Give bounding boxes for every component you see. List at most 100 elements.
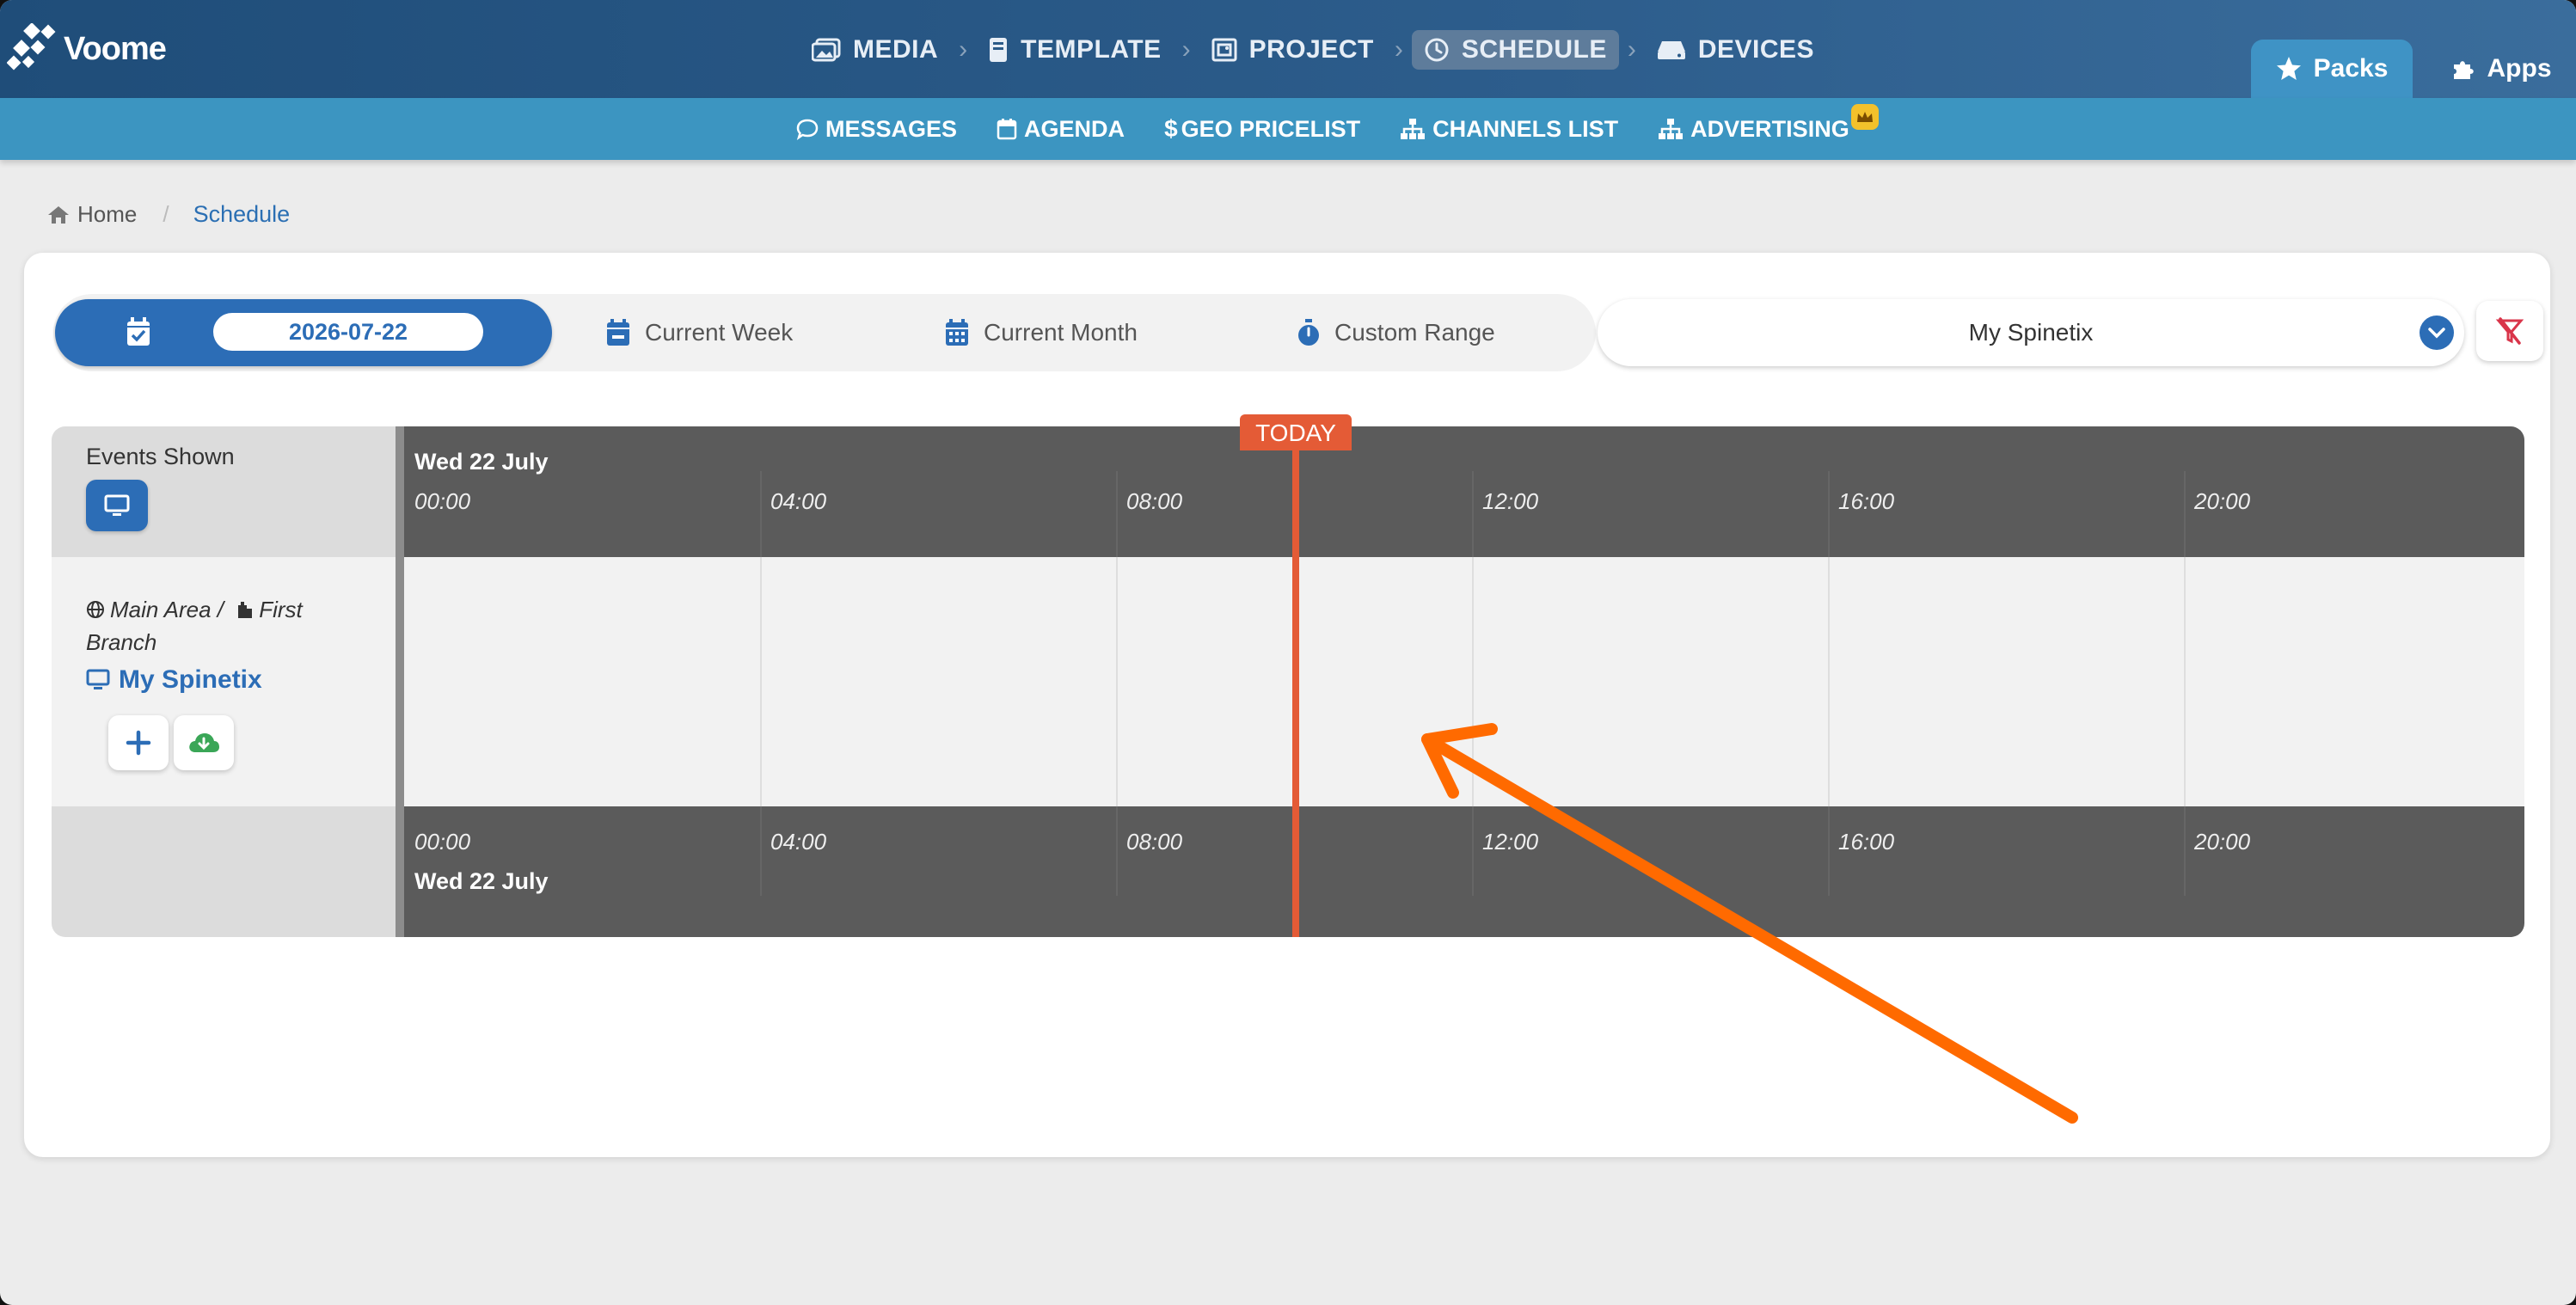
workflow-steps: MEDIA › TEMPLATE › PROJECT › SCHEDULE › …: [800, 29, 1826, 70]
voome-logo-icon: [7, 23, 56, 70]
current-week-button[interactable]: Current Week: [605, 299, 793, 366]
device-location: Main Area / First Branch: [86, 597, 303, 655]
hour-label: 00:00: [414, 488, 471, 514]
comment-icon: [796, 119, 819, 140]
nav-step-schedule[interactable]: SCHEDULE: [1411, 30, 1619, 70]
cloud-download-icon: [189, 733, 219, 752]
chevron-right-icon: ›: [1181, 35, 1191, 64]
subnav-messages[interactable]: MESSAGES: [796, 116, 957, 143]
images-icon: [812, 38, 841, 62]
today-badge: TODAY: [1240, 414, 1352, 450]
timeline-device-row[interactable]: [404, 557, 2524, 806]
today-marker-line: [1292, 450, 1299, 937]
hour-label: 04:00: [770, 488, 827, 514]
download-schedule-button[interactable]: [174, 715, 234, 770]
hour-gridline: [2184, 557, 2186, 806]
hour-gridline: [760, 806, 762, 896]
events-shown-panel: Events Shown: [52, 426, 396, 557]
hour-label: 20:00: [2194, 829, 2251, 855]
calendar-check-icon: [127, 317, 150, 346]
hour-label: 00:00: [414, 829, 471, 855]
events-shown-label: Events Shown: [86, 444, 235, 469]
nav-step-project[interactable]: PROJECT: [1199, 30, 1386, 70]
sub-navbar: MESSAGES AGENDA $ GEO PRICELIST CHANNELS…: [0, 98, 2576, 160]
subnav-geo-pricelist[interactable]: $ GEO PRICELIST: [1164, 115, 1360, 143]
dollar-icon: $: [1164, 115, 1178, 142]
hour-gridline: [2184, 471, 2186, 557]
device-select-value: My Spinetix: [1968, 319, 2094, 346]
puzzle-icon: [2453, 61, 2474, 79]
calendar-minus-icon: [607, 319, 629, 346]
book-icon: [990, 38, 1008, 62]
timeline-divider: [396, 426, 404, 937]
schedule-timeline: Events Shown Main Area / First Branch My…: [52, 426, 2524, 937]
subnav-channels-list[interactable]: CHANNELS LIST: [1400, 116, 1618, 143]
hour-gridline: [2184, 806, 2186, 896]
day-label: Wed 22 July: [414, 449, 549, 475]
chevron-right-icon: ›: [1394, 35, 1403, 64]
timeline-footer: 00:00 04:00 08:00 12:00 16:00 20:00 Wed …: [404, 806, 2524, 937]
globe-icon: [87, 601, 104, 618]
nav-step-template[interactable]: TEMPLATE: [976, 30, 1173, 70]
clock-icon: [1425, 38, 1449, 62]
hour-gridline: [1828, 557, 1830, 806]
chevron-right-icon: ›: [1627, 35, 1636, 64]
packs-tab[interactable]: Packs: [2251, 40, 2413, 98]
device-select[interactable]: My Spinetix: [1598, 299, 2464, 366]
hour-label: 20:00: [2194, 488, 2251, 514]
current-month-button[interactable]: Current Month: [944, 299, 1138, 366]
hour-label: 08:00: [1126, 488, 1183, 514]
app-window: Voome MEDIA › TEMPLATE › PROJECT › SCHED…: [0, 0, 2576, 1305]
schedule-card: Current Week Current Month Custom Range …: [24, 253, 2550, 1157]
building-icon: [238, 602, 253, 618]
subnav-agenda[interactable]: AGENDA: [997, 116, 1125, 143]
hour-gridline: [1472, 557, 1474, 806]
monitor-icon: [86, 669, 110, 689]
hour-gridline: [1828, 806, 1830, 896]
project-icon: [1211, 38, 1237, 62]
hour-gridline: [760, 557, 762, 806]
custom-range-button[interactable]: Custom Range: [1297, 299, 1495, 366]
breadcrumb: Home / Schedule: [46, 201, 290, 228]
device-row-header: Main Area / First Branch My Spinetix: [52, 557, 396, 806]
sitemap-icon: [1659, 119, 1684, 139]
brand-name: Voome: [64, 30, 167, 67]
clear-filter-button[interactable]: [2476, 301, 2543, 361]
date-input[interactable]: [213, 313, 483, 351]
hour-gridline: [760, 471, 762, 557]
breadcrumb-current: Schedule: [193, 201, 291, 227]
single-day-selector[interactable]: [55, 299, 552, 366]
day-label: Wed 22 July: [414, 868, 549, 894]
subnav-advertising[interactable]: ADVERTISING: [1658, 103, 1879, 143]
nav-step-devices[interactable]: DEVICES: [1645, 30, 1826, 70]
home-icon: [48, 205, 69, 224]
top-navbar: Voome MEDIA › TEMPLATE › PROJECT › SCHED…: [0, 0, 2576, 98]
monitor-icon: [104, 494, 130, 516]
breadcrumb-separator: /: [163, 201, 169, 227]
calendar-grid-icon: [946, 319, 968, 346]
hour-label: 12:00: [1482, 488, 1539, 514]
hour-label: 16:00: [1838, 829, 1895, 855]
star-icon: [2276, 57, 2301, 80]
hour-gridline: [1116, 806, 1118, 896]
hour-gridline: [1116, 471, 1118, 557]
breadcrumb-home[interactable]: Home: [46, 201, 137, 228]
footer-side-panel: [52, 806, 396, 937]
chevron-down-icon[interactable]: [2420, 316, 2454, 350]
brand-logo[interactable]: Voome: [7, 21, 167, 77]
filter-clear-icon: [2495, 317, 2524, 345]
stopwatch-icon: [1298, 319, 1319, 346]
hour-gridline: [1472, 471, 1474, 557]
apps-tab[interactable]: Apps: [2426, 40, 2576, 98]
device-link[interactable]: My Spinetix: [86, 665, 262, 695]
nav-step-media[interactable]: MEDIA: [800, 30, 950, 70]
hour-gridline: [1828, 471, 1830, 557]
hour-label: 16:00: [1838, 488, 1895, 514]
events-shown-toggle[interactable]: [86, 480, 148, 531]
hour-gridline: [1472, 806, 1474, 896]
add-event-button[interactable]: [108, 715, 169, 770]
hour-gridline: [1116, 557, 1118, 806]
crown-icon: [1850, 103, 1879, 130]
hour-label: 12:00: [1482, 829, 1539, 855]
chevron-right-icon: ›: [959, 35, 968, 64]
